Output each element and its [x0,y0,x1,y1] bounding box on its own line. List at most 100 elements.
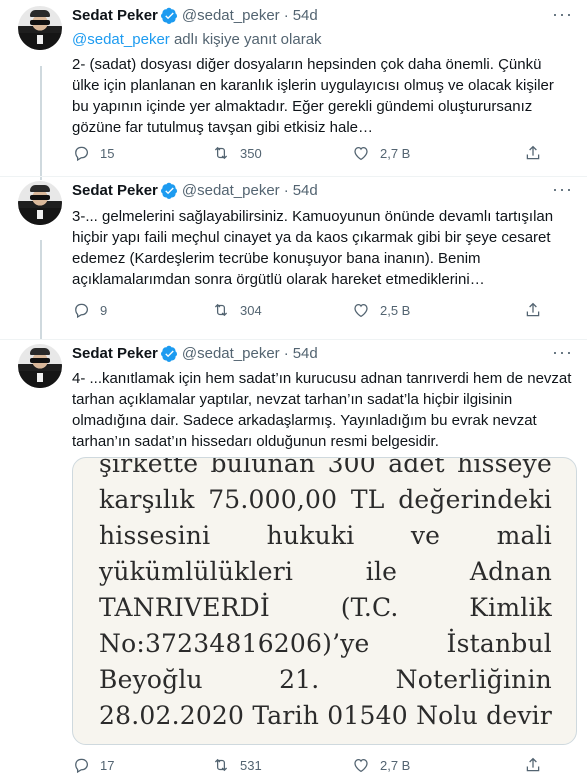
document-word: TANRIVERDİ [99,593,270,622]
tweet-actions: 9 304 2,5 B [72,301,552,319]
like-button[interactable]: 2,5 B [352,301,492,319]
document-word: hissesini [99,521,211,550]
document-word: bulunan [210,457,316,478]
tweet-text: 2- (sadat) dosyası diğer dosyaların heps… [72,56,554,136]
like-count: 2,5 B [380,302,411,318]
document-word: 21. [279,665,320,694]
verified-badge-icon [160,182,177,199]
share-button[interactable] [524,144,552,162]
more-icon[interactable]: ··· [552,179,573,200]
tweet-header: Sedat Peker @sedat_peker · 54d [72,7,318,24]
reply-button[interactable]: 17 [72,756,212,774]
retweet-button[interactable]: 531 [212,756,352,774]
separator-dot: · [283,345,289,362]
tweet-actions: 17 531 2,7 B [72,756,552,774]
reply-button[interactable]: 15 [72,144,212,162]
author-name[interactable]: Sedat Peker [72,345,158,362]
retweet-count: 531 [240,757,262,773]
retweet-count: 304 [240,302,262,318]
tweet-time[interactable]: 54d [293,345,318,362]
document-line: Beyoğlu 21. Noterliğinin [99,662,552,698]
tweet[interactable]: Sedat Peker @sedat_peker · 54d ··· 3-...… [0,177,587,340]
tweet-text: 3-... gelmelerini sağlayabilirsiniz. Kam… [72,208,554,288]
verified-badge-icon [160,345,177,362]
retweet-icon [214,758,228,772]
document-word: şirkette [99,457,199,478]
author-name[interactable]: Sedat Peker [72,182,158,199]
avatar[interactable] [18,181,62,225]
document-word: adet [388,457,445,478]
document-line: karşılık 75.000,00 TL değerindeki [99,482,552,518]
retweet-icon [214,146,228,160]
attached-document-image[interactable]: şirkette bulunan 300 adet hisseye karşılık 75.… [72,457,577,745]
document-line: şirkette bulunan 300 adet hisseye [99,457,552,482]
like-button[interactable]: 2,7 B [352,144,492,162]
share-button[interactable] [524,756,552,774]
reply-icon [75,303,89,319]
more-icon[interactable]: ··· [552,4,573,25]
document-word: Adnan [469,557,552,586]
document-word: 01540 [327,701,408,730]
reply-count: 17 [100,757,115,773]
document-word: yükümlülükleri [99,557,294,586]
separator-dot: · [283,182,289,199]
tweet-time[interactable]: 54d [293,7,318,24]
document-word: Beyoğlu [99,665,203,694]
reply-button[interactable]: 9 [72,301,212,319]
document-word: ve [410,521,441,550]
retweet-icon [214,303,228,317]
reply-icon [75,146,89,162]
verified-badge-icon [160,7,177,24]
reply-count: 9 [100,302,108,318]
document-word: 28.02.2020 [99,701,245,730]
document-text: şirkette bulunan 300 adet hisseye karşılık 75.… [73,457,576,734]
separator-dot: · [283,7,289,24]
document-word: değerindeki [398,485,552,514]
document-word: 75.000,00 [208,485,338,514]
reply-mention[interactable]: @sedat_peker [72,31,170,48]
tweet-actions: 15 350 2,7 B [72,144,552,162]
retweet-button[interactable]: 350 [212,144,352,162]
avatar[interactable] [18,6,62,50]
share-button[interactable] [524,301,552,319]
document-word: Noterliğinin [395,665,552,694]
author-handle[interactable]: @sedat_peker [182,345,280,362]
document-line: TANRIVERDİ (T.C. Kimlik [99,590,552,626]
document-word: mali [496,521,552,550]
tweet[interactable]: Sedat Peker @sedat_peker · 54d ··· @seda… [0,0,587,176]
document-line: hissesini hukuki ve mali [99,518,552,554]
like-count: 2,7 B [380,145,411,161]
share-icon [526,757,540,772]
author-handle[interactable]: @sedat_peker [182,7,280,24]
tweet-header: Sedat Peker @sedat_peker · 54d [72,182,318,199]
reply-suffix: adlı kişiye yanıt olarak [169,31,322,48]
more-icon[interactable]: ··· [552,342,573,363]
reply-icon [75,758,89,774]
document-word: ile [365,557,398,586]
heart-icon [354,303,368,318]
like-button[interactable]: 2,7 B [352,756,492,774]
retweet-button[interactable]: 304 [212,301,352,319]
document-word: (T.C. [340,593,399,622]
avatar[interactable] [18,344,62,388]
document-word: devir [486,701,552,730]
share-icon [526,145,540,160]
document-word: Kimlik [469,593,552,622]
share-icon [526,302,540,317]
author-name[interactable]: Sedat Peker [72,7,158,24]
document-word: hisseye [457,457,552,478]
document-word: Nolu [416,701,478,730]
document-word: 300 [327,457,376,478]
tweet-time[interactable]: 54d [293,182,318,199]
document-line: 28.02.2020 Tarih 01540 Nolu devir [99,698,552,734]
author-handle[interactable]: @sedat_peker [182,182,280,199]
tweet-text: 4- ...kanıtlamak için hem sadat’ın kuruc… [72,370,572,450]
document-word: İstanbul [446,629,552,658]
document-word: hukuki [266,521,355,550]
document-word: karşılık [99,485,195,514]
heart-icon [354,758,368,773]
tweet-header: Sedat Peker @sedat_peker · 54d [72,345,318,362]
document-line: yükümlülükleri ile Adnan [99,554,552,590]
document-word: No:37234816206)’ye [99,629,370,658]
reply-context: @sedat_peker adlı kişiye yanıt olarak [72,31,322,48]
